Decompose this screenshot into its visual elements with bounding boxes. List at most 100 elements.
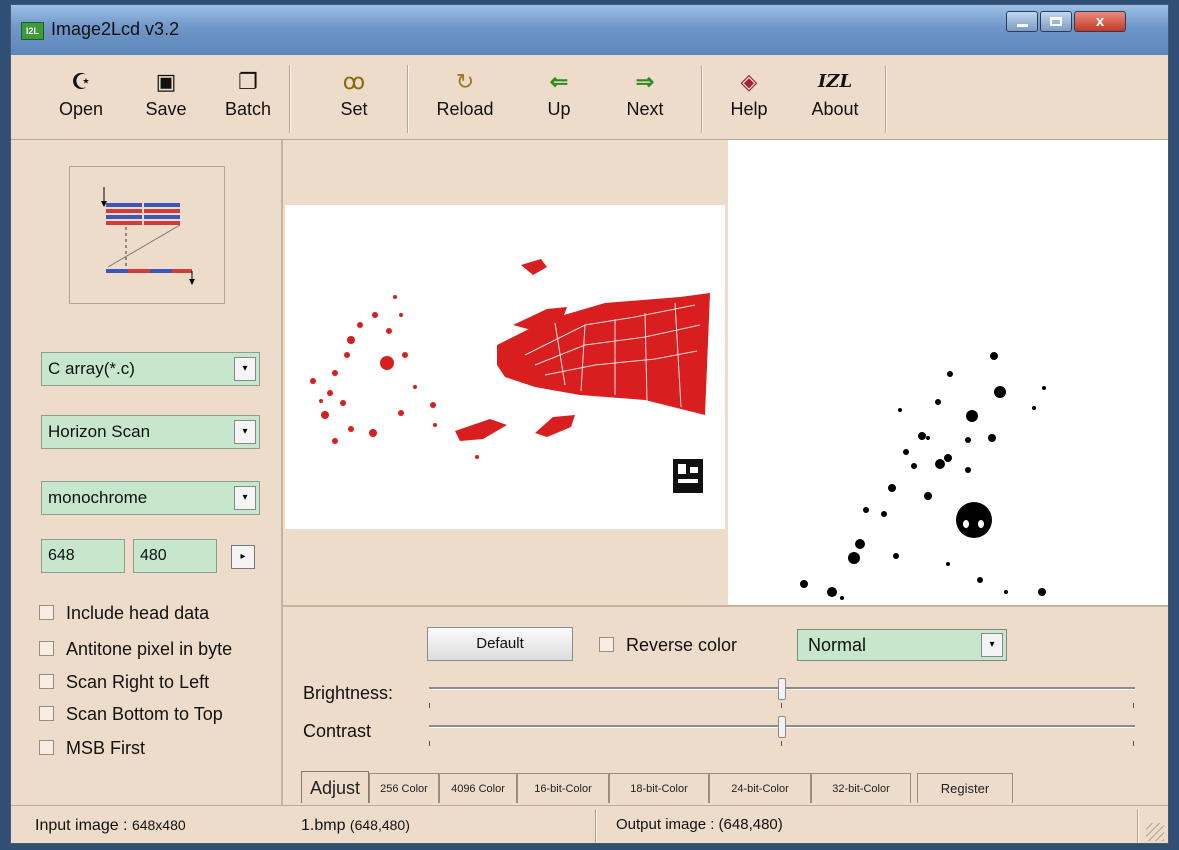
about-logo-icon: IZL [817, 71, 853, 92]
app-window: I2L Image2Lcd v3.2 x ☪ Open ▣ Save ❐ Bat… [10, 4, 1169, 844]
slider-tick [429, 741, 430, 746]
checkbox-label: Antitone pixel in byte [66, 639, 233, 659]
batch-button[interactable]: ❐ Batch [215, 67, 281, 133]
toolbar-separator [885, 65, 887, 133]
resize-grip-icon[interactable] [1146, 823, 1164, 841]
reload-icon: ↻ [455, 69, 475, 94]
slider-tick [1133, 741, 1134, 746]
output-image-graphic [800, 352, 1046, 600]
input-image-label: Input image : [35, 817, 128, 834]
minimize-icon [1016, 24, 1028, 27]
slider-tick [781, 741, 782, 746]
checkbox-box[interactable] [39, 641, 54, 656]
reload-label: Reload [436, 99, 494, 119]
tab-24-bit-color[interactable]: 24-bit-Color [709, 773, 811, 803]
mode-select[interactable]: Normal ▾ [797, 629, 1007, 661]
chevron-down-icon[interactable]: ▾ [981, 633, 1003, 657]
file-dims: (648,480) [349, 817, 410, 833]
tab-32-bit-color[interactable]: 32-bit-Color [811, 773, 911, 803]
scan-right-to-left-checkbox[interactable]: Scan Right to Left [39, 670, 209, 694]
scan-mode-value: Horizon Scan [48, 422, 151, 441]
reverse-color-checkbox[interactable]: Reverse color [599, 635, 737, 656]
checkbox-box[interactable] [599, 637, 614, 652]
checkbox-box[interactable] [39, 605, 54, 620]
scan-order-icon [101, 187, 195, 285]
settings-panel: C array(*.c) ▾ Horizon Scan ▾ monochrome… [11, 140, 283, 805]
color-depth-select[interactable]: monochrome ▾ [41, 481, 260, 515]
checkbox-label: MSB First [66, 738, 145, 758]
set-button[interactable]: ꝏ Set [327, 67, 381, 133]
slider-tick [1133, 703, 1134, 708]
window-title: Image2Lcd v3.2 [51, 19, 180, 39]
checkbox-box[interactable] [39, 674, 54, 689]
close-icon: x [1095, 13, 1105, 30]
open-label: Open [58, 99, 104, 119]
contrast-slider[interactable] [429, 716, 1135, 738]
brightness-slider[interactable] [429, 678, 1135, 700]
toolbar-separator [701, 65, 703, 133]
chevron-down-icon[interactable]: ▾ [234, 486, 256, 510]
close-button[interactable]: x [1074, 11, 1126, 32]
checkbox-label: Include head data [66, 603, 210, 623]
output-type-select[interactable]: C array(*.c) ▾ [41, 352, 260, 386]
checkbox-box[interactable] [39, 740, 54, 755]
tab-adjust[interactable]: Adjust [301, 771, 369, 803]
scan-bottom-to-top-checkbox[interactable]: Scan Bottom to Top [39, 702, 223, 726]
antitone-pixel-checkbox[interactable]: Antitone pixel in byte [39, 637, 232, 661]
scan-direction-preview [69, 166, 225, 304]
checkbox-label: Scan Bottom to Top [66, 704, 223, 724]
status-divider [595, 809, 597, 843]
adjust-panel: Default Reverse color Normal ▾ Brightnes… [281, 605, 1168, 805]
arrow-left-icon: ⇐ [549, 69, 569, 94]
size-apply-button[interactable]: ▸ [231, 545, 255, 569]
input-image-status: Input image : 648x480 [35, 806, 186, 843]
tab-256-color[interactable]: 256 Color [369, 773, 439, 803]
width-input[interactable]: 648 [41, 539, 125, 573]
contrast-slider-thumb[interactable] [778, 716, 786, 738]
reverse-color-label: Reverse color [626, 635, 738, 655]
save-icon: ▣ [155, 69, 177, 94]
msb-first-checkbox[interactable]: MSB First [39, 736, 145, 760]
next-button[interactable]: ⇒ Next [617, 67, 673, 133]
glasses-icon: ꝏ [342, 69, 366, 94]
chevron-down-icon[interactable]: ▾ [234, 420, 256, 444]
reload-button[interactable]: ↻ Reload [427, 67, 503, 133]
open-button[interactable]: ☪ Open [51, 67, 111, 133]
tab-4096-color[interactable]: 4096 Color [439, 773, 517, 803]
arrow-right-icon: ⇒ [635, 69, 655, 94]
title-bar[interactable]: I2L Image2Lcd v3.2 x [11, 5, 1168, 55]
output-type-value: C array(*.c) [48, 359, 135, 378]
next-label: Next [626, 99, 664, 119]
about-label: About [811, 99, 859, 119]
brightness-slider-thumb[interactable] [778, 678, 786, 700]
app-icon: I2L [21, 22, 44, 40]
output-image-status: Output image : (648,480) [616, 816, 783, 833]
toolbar: ☪ Open ▣ Save ❐ Batch ꝏ Set ↻ Reload ⇐ U… [11, 55, 1168, 140]
tab-register[interactable]: Register [917, 773, 1013, 803]
height-input[interactable]: 480 [133, 539, 217, 573]
chevron-down-icon[interactable]: ▾ [234, 357, 256, 381]
checkbox-box[interactable] [39, 706, 54, 721]
save-label: Save [145, 99, 187, 119]
help-book-icon: ◈ [740, 69, 758, 94]
output-image-pane[interactable] [728, 140, 1168, 605]
tab-16-bit-color[interactable]: 16-bit-Color [517, 773, 609, 803]
about-button[interactable]: IZL About [803, 67, 867, 133]
input-image-pane[interactable] [281, 140, 728, 605]
maximize-button[interactable] [1040, 11, 1072, 32]
include-head-data-checkbox[interactable]: Include head data [39, 601, 209, 625]
input-image-size: 648x480 [131, 817, 186, 833]
toolbar-separator [289, 65, 291, 133]
save-button[interactable]: ▣ Save [137, 67, 195, 133]
tab-18-bit-color[interactable]: 18-bit-Color [609, 773, 709, 803]
slider-tick [781, 703, 782, 708]
help-button[interactable]: ◈ Help [723, 67, 775, 133]
maximize-icon [1050, 17, 1062, 26]
default-button[interactable]: Default [427, 627, 573, 661]
minimize-button[interactable] [1006, 11, 1038, 32]
help-label: Help [730, 99, 768, 119]
file-name: 1.bmp [301, 817, 346, 834]
scan-mode-select[interactable]: Horizon Scan ▾ [41, 415, 260, 449]
slider-tick [429, 703, 430, 708]
up-button[interactable]: ⇐ Up [535, 67, 583, 133]
